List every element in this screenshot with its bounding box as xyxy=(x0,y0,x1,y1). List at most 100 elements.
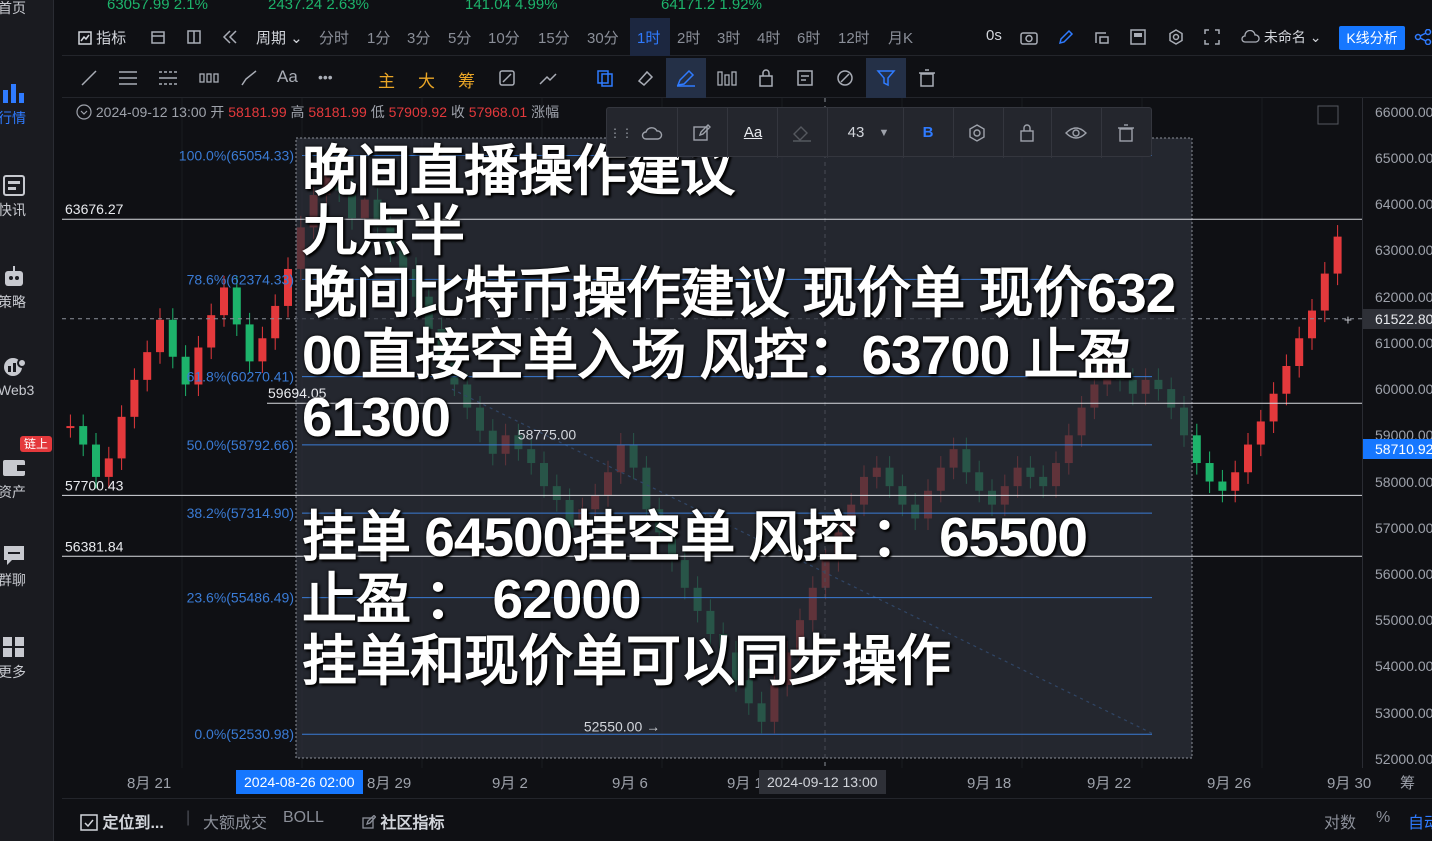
edit-icon[interactable] xyxy=(693,124,711,142)
left-nav: 首页 行情 快讯 策略 Web3 链上 资产 群聊 更多 xyxy=(0,0,54,841)
interval-option[interactable]: 12时 xyxy=(838,27,870,48)
period-dropdown[interactable]: 周期 ⌄ xyxy=(256,27,303,48)
magnet-icon[interactable] xyxy=(716,69,738,87)
interval-option[interactable]: 3时 xyxy=(717,27,740,48)
price-tick: 64000.00 xyxy=(1375,196,1432,213)
layout-name-dropdown[interactable]: 未命名 ⌄ xyxy=(1240,27,1322,47)
log-scale-toggle[interactable]: 对数 xyxy=(1324,809,1356,833)
nav-home[interactable]: 首页 xyxy=(0,0,54,18)
highlighter-icon[interactable] xyxy=(676,69,696,87)
bold-button[interactable]: B xyxy=(913,108,943,158)
interval-option[interactable]: 分时 xyxy=(319,27,349,48)
price-tick: 57000.00 xyxy=(1375,519,1432,536)
big-trades-toggle[interactable]: 大额成交 xyxy=(203,809,267,833)
nav-market[interactable]: 行情 xyxy=(0,82,54,128)
position-icon[interactable] xyxy=(538,69,558,87)
text-tool-button[interactable]: Aa xyxy=(277,67,298,87)
interval-option[interactable]: 2时 xyxy=(677,27,700,48)
interval-option[interactable]: 月K xyxy=(888,27,913,48)
pencil-icon[interactable] xyxy=(1058,29,1074,45)
text-color-button[interactable]: Aa xyxy=(735,108,771,158)
layout-icon[interactable] xyxy=(187,30,201,44)
main-force-chip[interactable]: 主 xyxy=(378,67,395,92)
boll-toggle[interactable]: BOLL xyxy=(283,809,324,827)
fib-icon[interactable] xyxy=(158,69,178,87)
candle xyxy=(130,379,139,417)
nav-web3[interactable]: Web3 xyxy=(0,356,54,398)
link-icon[interactable] xyxy=(836,69,854,87)
copy-icon[interactable] xyxy=(596,69,614,87)
last-price-tag: 58710.92 xyxy=(1363,438,1432,459)
separator xyxy=(727,108,728,158)
overlay-line: 61300 xyxy=(302,386,451,448)
interval-option[interactable]: 10分 xyxy=(488,27,520,48)
bar-chart-icon xyxy=(3,84,24,103)
interval-option[interactable]: 30分 xyxy=(587,27,619,48)
percent-scale-toggle[interactable]: % xyxy=(1376,809,1390,827)
draw-frame-icon[interactable] xyxy=(1094,29,1110,45)
ticker[interactable]: 141.04 4.99% xyxy=(465,0,558,13)
trend-line-icon[interactable] xyxy=(80,69,98,87)
lock-icon[interactable] xyxy=(1019,123,1035,143)
fullscreen-icon[interactable] xyxy=(1204,29,1220,45)
indicator-button[interactable]: 指标 xyxy=(78,27,126,48)
lock-icon[interactable] xyxy=(758,69,774,87)
background-color-icon[interactable] xyxy=(791,124,813,142)
nav-news[interactable]: 快讯 xyxy=(0,174,54,220)
price-axis[interactable]: 66000.00 65000.00 64000.00 63000.00 62000.00… xyxy=(1362,98,1432,768)
camera-icon[interactable] xyxy=(1020,29,1038,45)
template-cloud-icon[interactable] xyxy=(641,123,663,143)
brush-icon[interactable] xyxy=(240,69,258,87)
interval-option[interactable]: 3分 xyxy=(407,27,430,48)
app: 首页 行情 快讯 策略 Web3 链上 资产 群聊 更多 63057.99 2.… xyxy=(0,0,1432,841)
caret-down-icon[interactable]: ▼ xyxy=(877,108,891,158)
big-order-chip[interactable]: 大 xyxy=(418,67,435,92)
date-axis[interactable]: 8月 21 8月 29 9月 2 9月 6 9月 1 9月 18 9月 22 9… xyxy=(62,768,1432,796)
candle xyxy=(1205,463,1214,482)
interval-option-active[interactable]: 1时 xyxy=(637,27,660,48)
horizontal-lines-icon[interactable] xyxy=(118,69,138,87)
filter-icon[interactable] xyxy=(876,69,896,87)
change-label: 涨幅 xyxy=(531,104,560,120)
nav-strategy[interactable]: 策略 xyxy=(0,266,54,312)
trash-icon[interactable] xyxy=(1117,123,1135,143)
eraser-icon[interactable] xyxy=(636,69,654,87)
candle xyxy=(1192,435,1201,464)
interval-option[interactable]: 15分 xyxy=(538,27,570,48)
drag-handle-icon[interactable]: ⋮⋮ xyxy=(609,108,633,158)
chip-icon[interactable]: 筹 xyxy=(1400,772,1415,793)
pattern-icon[interactable] xyxy=(198,69,220,87)
trash-icon[interactable] xyxy=(918,69,936,87)
onchain-badge: 链上 xyxy=(20,436,53,452)
collapse-icon[interactable] xyxy=(76,104,92,120)
nav-label: 资产 xyxy=(0,484,26,500)
ticker[interactable]: 63057.99 2.1% xyxy=(107,0,208,13)
settings-icon[interactable] xyxy=(1168,29,1184,45)
nav-more[interactable]: 更多 xyxy=(0,636,54,682)
interval-option[interactable]: 5分 xyxy=(448,27,471,48)
measure-icon[interactable] xyxy=(498,69,516,87)
kline-analysis-button[interactable]: K线分析 xyxy=(1339,26,1405,50)
locate-button[interactable]: 定位到... xyxy=(80,809,164,833)
more-tools-button[interactable]: ••• xyxy=(318,69,333,85)
community-indicator-button[interactable]: 社区指标 xyxy=(362,809,444,833)
font-size-value[interactable]: 43 xyxy=(841,108,871,158)
ticker[interactable]: 64171.2 1.92% xyxy=(661,0,762,13)
ohlc-datetime: 2024-09-12 13:00 xyxy=(95,104,207,120)
chip-distribution-chip[interactable]: 筹 xyxy=(458,67,475,92)
ticker[interactable]: 2437.24 2.63% xyxy=(268,0,369,13)
crosshair-plus-icon: + xyxy=(1344,312,1352,328)
share-icon[interactable] xyxy=(1414,29,1432,45)
rewind-icon[interactable] xyxy=(222,30,238,44)
calendar-icon[interactable] xyxy=(151,30,165,44)
template-icon[interactable] xyxy=(1130,29,1146,45)
eye-icon[interactable] xyxy=(1065,125,1087,141)
note-icon[interactable] xyxy=(796,69,816,87)
settings-icon[interactable] xyxy=(967,123,987,143)
auto-scale-toggle[interactable]: 自动 xyxy=(1408,809,1432,833)
interval-option[interactable]: 1分 xyxy=(367,27,390,48)
interval-option[interactable]: 4时 xyxy=(757,27,780,48)
nav-chat[interactable]: 群聊 xyxy=(0,544,54,590)
nav-assets[interactable]: 资产 xyxy=(0,456,54,502)
interval-option[interactable]: 6时 xyxy=(797,27,820,48)
